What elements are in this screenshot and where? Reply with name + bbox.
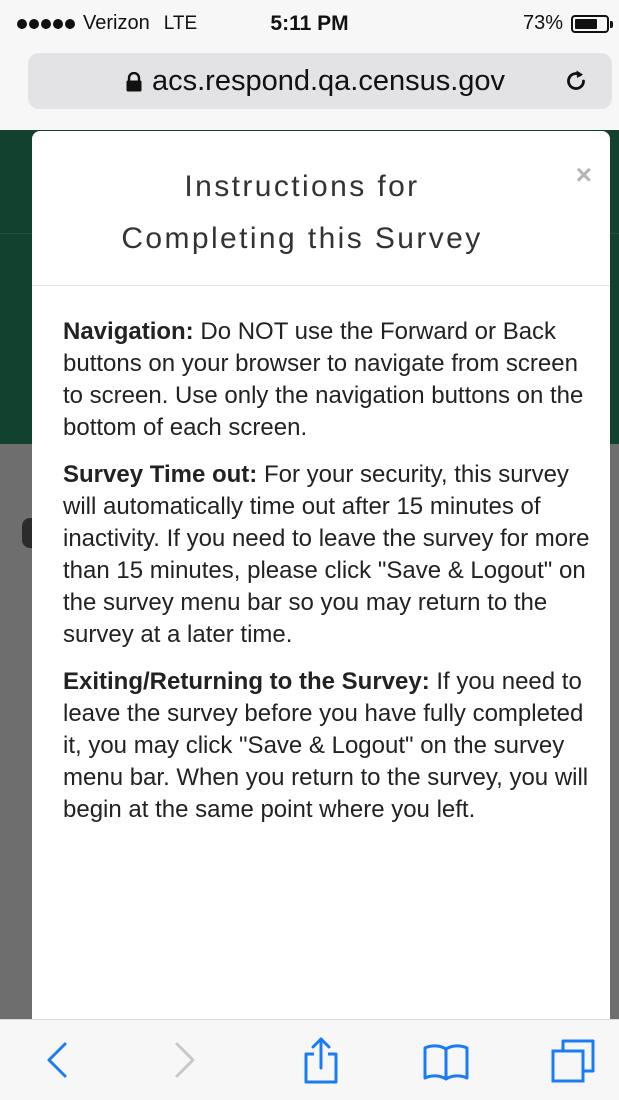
browser-toolbar bbox=[0, 1019, 619, 1100]
section-heading: Survey Time out: bbox=[63, 461, 258, 488]
modal-title-line1: Instructions for bbox=[184, 170, 420, 203]
bookmarks-icon[interactable] bbox=[420, 1034, 472, 1086]
battery-percent: 73% bbox=[522, 12, 563, 34]
modal-header: Instructions for Completing this Survey … bbox=[32, 131, 610, 286]
url-text: acs.respond.qa.census.gov bbox=[152, 65, 506, 97]
status-bar: Verizon LTE 5:11 PM 73% bbox=[0, 0, 619, 48]
section-heading: Navigation: bbox=[63, 318, 194, 345]
modal-body: Navigation: Do NOT use the Forward or Ba… bbox=[63, 316, 593, 841]
lock-icon bbox=[126, 72, 142, 92]
back-arrow-icon[interactable] bbox=[32, 1034, 84, 1086]
battery-icon bbox=[571, 14, 613, 33]
close-icon[interactable]: × bbox=[576, 159, 592, 191]
navigation-instructions: Navigation: Do NOT use the Forward or Ba… bbox=[63, 316, 593, 444]
modal-title-line2: Completing this Survey bbox=[121, 222, 483, 255]
share-icon[interactable] bbox=[295, 1034, 347, 1086]
reload-icon[interactable] bbox=[562, 67, 590, 95]
battery-status: 73% bbox=[522, 12, 613, 35]
instructions-modal: Instructions for Completing this Survey … bbox=[32, 131, 610, 1031]
timeout-instructions: Survey Time out: For your security, this… bbox=[63, 459, 593, 651]
modal-title: Instructions for Completing this Survey bbox=[72, 161, 532, 265]
section-text: For your security, this survey will auto… bbox=[63, 461, 590, 648]
exiting-instructions: Exiting/Returning to the Survey: If you … bbox=[63, 666, 593, 826]
section-heading: Exiting/Returning to the Survey: bbox=[63, 668, 430, 695]
tabs-icon[interactable] bbox=[548, 1034, 600, 1086]
address-bar[interactable]: acs.respond.qa.census.gov bbox=[28, 53, 612, 109]
forward-arrow-icon bbox=[175, 1042, 195, 1078]
